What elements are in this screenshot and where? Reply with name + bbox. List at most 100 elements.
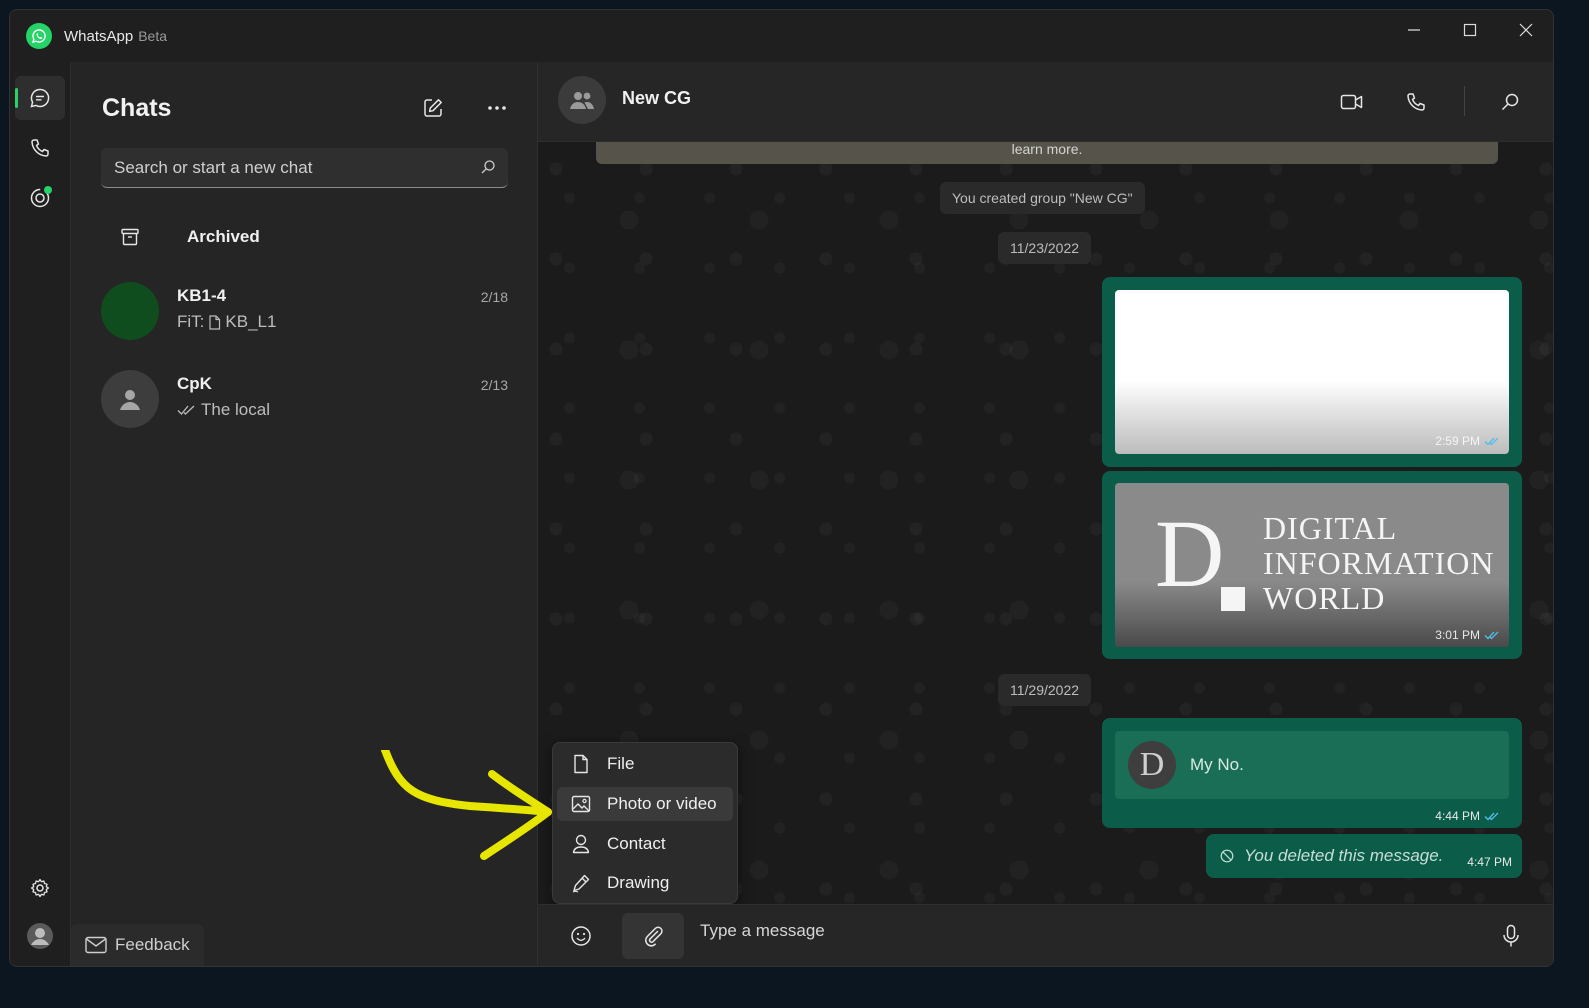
message-bubble-image[interactable]: D DIGITAL INFORMATION WORLD 3:01 PM <box>1102 471 1522 659</box>
message-bubble-deleted[interactable]: You deleted this message. 4:47 PM <box>1206 834 1522 878</box>
document-icon <box>209 314 221 330</box>
rail-profile-button[interactable] <box>15 914 65 958</box>
archived-label: Archived <box>187 227 260 246</box>
phone-icon <box>1407 93 1425 111</box>
emoji-button[interactable] <box>550 913 612 959</box>
maximize-button[interactable] <box>1442 10 1498 50</box>
default-avatar-icon <box>120 390 140 410</box>
app-name: WhatsApp <box>64 27 134 45</box>
chat-date: 2/13 <box>480 377 508 393</box>
chat-name: KB1-4 <box>177 286 227 305</box>
rail-chats-button[interactable] <box>15 76 65 120</box>
voice-message-button[interactable] <box>1480 913 1542 959</box>
search-conversation-button[interactable] <box>1492 84 1528 120</box>
attach-menu-item-photo-video[interactable]: Photo or video <box>557 787 733 821</box>
message-time: 4:44 PM <box>1435 809 1500 823</box>
voice-call-button[interactable] <box>1398 84 1434 120</box>
archived-row[interactable]: Archived <box>101 212 508 262</box>
logo-text: DIGITAL INFORMATION WORLD <box>1263 511 1494 616</box>
video-camera-icon <box>1340 94 1363 110</box>
minimize-button[interactable] <box>1386 10 1442 50</box>
chat-bubble-icon <box>30 88 50 108</box>
group-icon <box>570 92 594 109</box>
avatar <box>101 370 159 428</box>
logo-line: WORLD <box>1263 580 1386 616</box>
menu-item-label: Contact <box>607 834 666 853</box>
read-receipt-icon <box>1484 631 1499 640</box>
rail-settings-button[interactable] <box>15 866 65 910</box>
app-window: WhatsApp Beta Chats Search or start a ne… <box>9 9 1554 967</box>
video-call-button[interactable] <box>1334 84 1370 120</box>
title-bar: WhatsApp Beta <box>10 10 1553 62</box>
annotation-arrow-icon <box>381 750 552 860</box>
logo-letter: D <box>1155 500 1225 607</box>
feedback-button[interactable]: Feedback <box>71 924 204 966</box>
compose-icon <box>424 99 442 117</box>
archive-icon <box>121 228 139 246</box>
microphone-icon <box>1503 924 1519 947</box>
image-icon <box>571 794 591 814</box>
image-preview[interactable]: D DIGITAL INFORMATION WORLD <box>1115 483 1509 647</box>
close-icon <box>1519 23 1533 37</box>
blocked-icon <box>1220 849 1234 863</box>
app-beta-badge: Beta <box>138 28 168 44</box>
minimize-icon <box>1408 29 1420 31</box>
system-message: You created group "New CG" <box>940 182 1145 214</box>
logo-line: DIGITAL <box>1263 510 1398 546</box>
more-horizontal-icon <box>488 106 506 110</box>
attach-menu-item-drawing[interactable]: Drawing <box>557 866 733 900</box>
mail-icon <box>85 936 107 954</box>
gear-icon <box>30 878 50 898</box>
message-bubble-image[interactable]: 2:59 PM <box>1102 277 1522 467</box>
status-unread-dot <box>44 186 52 194</box>
chat-name: CpK <box>177 374 212 393</box>
rail-status-button[interactable] <box>15 176 65 220</box>
search-input[interactable] <box>114 157 454 178</box>
contact-avatar: D <box>1128 741 1176 789</box>
whatsapp-logo-icon <box>26 23 52 49</box>
rail-calls-button[interactable] <box>15 126 65 170</box>
pen-icon <box>571 873 591 893</box>
chat-list-item-kb1-4[interactable]: KB1-4 2/18 FiT: KB_L1 <box>101 272 508 348</box>
attach-menu: File Photo or video Contact Drawing <box>552 742 738 904</box>
deleted-message: You deleted this message. <box>1220 846 1443 866</box>
date-divider: 11/29/2022 <box>998 674 1092 706</box>
encryption-notice[interactable]: learn more. <box>596 142 1498 164</box>
logo-line: INFORMATION <box>1263 545 1495 581</box>
group-avatar[interactable] <box>558 76 606 124</box>
time-text: 3:01 PM <box>1435 628 1480 642</box>
time-text: 4:44 PM <box>1435 809 1480 823</box>
message-list[interactable]: learn more. You created group "New CG" 1… <box>538 142 1553 906</box>
notice-text: learn more. <box>1011 142 1083 157</box>
search-icon <box>1501 93 1519 111</box>
message-time: 2:59 PM <box>1435 434 1500 448</box>
chat-list-item-cpk[interactable]: CpK 2/13 The local <box>101 360 508 436</box>
time-text: 2:59 PM <box>1435 434 1480 448</box>
message-time: 3:01 PM <box>1435 628 1500 642</box>
menu-item-label: Photo or video <box>607 794 717 813</box>
logo-square <box>1221 587 1245 611</box>
attach-menu-item-file[interactable]: File <box>557 747 733 781</box>
close-window-button[interactable] <box>1498 10 1553 50</box>
deleted-text: You deleted this message. <box>1244 846 1444 865</box>
double-check-icon <box>177 405 195 415</box>
attach-menu-item-contact[interactable]: Contact <box>557 827 733 861</box>
image-preview[interactable] <box>1115 290 1509 454</box>
menu-item-label: File <box>607 754 635 773</box>
person-icon <box>571 834 591 854</box>
message-bubble-contact[interactable]: D My No. 4:44 PM <box>1102 718 1522 828</box>
contact-card[interactable]: D My No. <box>1115 731 1509 799</box>
conversation-panel: New CG learn more. You created group "Ne… <box>538 62 1553 966</box>
chat-preview: FiT: KB_L1 <box>177 312 276 332</box>
attach-button[interactable] <box>622 913 684 959</box>
file-icon <box>571 754 591 774</box>
more-options-button[interactable] <box>479 90 515 126</box>
maximize-icon <box>1463 23 1477 37</box>
conversation-header: New CG <box>538 62 1553 142</box>
phone-icon <box>31 139 49 157</box>
conversation-title[interactable]: New CG <box>622 88 691 109</box>
read-receipt-icon <box>1484 437 1499 446</box>
message-input[interactable] <box>700 921 1460 941</box>
new-chat-button[interactable] <box>415 90 451 126</box>
contact-name: My No. <box>1190 755 1244 774</box>
